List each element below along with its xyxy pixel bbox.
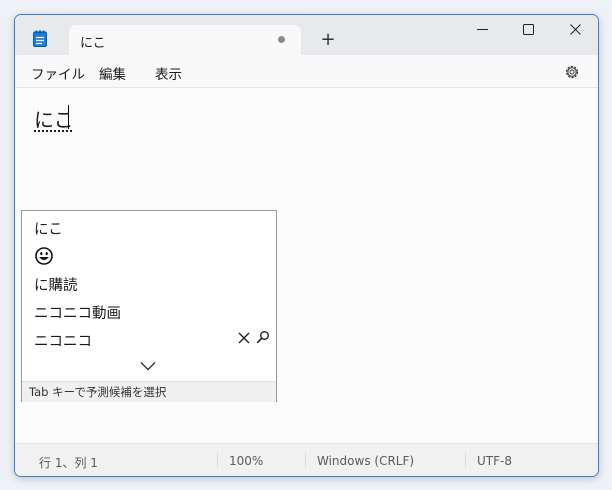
status-divider — [305, 452, 306, 468]
grinning-face-icon[interactable] — [35, 247, 53, 265]
settings-gear-icon[interactable] — [564, 64, 580, 80]
suggestion-hint: Tab キーで予測候補を選択 — [29, 385, 167, 399]
text-editor[interactable]: にこ にこ に購読 ニコニコ動画 ニコニコ Tab キーで予測候補を選択 — [15, 88, 598, 443]
menu-bar: ファイル 編集 表示 — [15, 55, 598, 88]
tab-title: にこ — [80, 36, 106, 51]
document-tab[interactable]: にこ — [69, 25, 301, 55]
notepad-app-icon — [33, 30, 47, 47]
close-button[interactable] — [552, 15, 598, 43]
menu-view[interactable]: 表示 — [155, 63, 182, 83]
remove-suggestion-icon[interactable] — [238, 332, 250, 344]
encoding[interactable]: UTF-8 — [477, 454, 512, 468]
suggestion-footer: Tab キーで予測候補を選択 — [22, 381, 276, 402]
menu-file[interactable]: ファイル — [31, 63, 85, 83]
minimize-button[interactable] — [459, 15, 505, 43]
menu-edit[interactable]: 編集 — [99, 63, 126, 83]
suggestion-item[interactable]: ニコニコ — [34, 330, 92, 351]
text-caret — [68, 105, 69, 129]
chevron-down-icon[interactable] — [140, 361, 156, 371]
minimize-icon — [476, 28, 488, 30]
ime-suggestion-list: にこ に購読 ニコニコ動画 ニコニコ Tab キーで予測候補を選択 — [21, 210, 277, 402]
search-icon[interactable] — [256, 330, 270, 344]
title-bar: にこ + — [15, 15, 598, 55]
status-divider — [465, 452, 466, 468]
maximize-icon — [522, 23, 534, 35]
notepad-window: にこ + ファイル 編集 表示 にこ にこ に購読 ニコニコ動画 ニコニコ Ta… — [14, 14, 599, 477]
unsaved-indicator-icon[interactable] — [278, 36, 285, 43]
status-divider — [217, 452, 218, 468]
maximize-button[interactable] — [505, 15, 551, 43]
line-ending[interactable]: Windows (CRLF) — [317, 454, 414, 468]
suggestion-item[interactable]: ニコニコ動画 — [34, 302, 121, 323]
close-icon — [569, 23, 581, 35]
zoom-level[interactable]: 100% — [229, 454, 263, 468]
new-tab-button[interactable]: + — [315, 27, 341, 53]
cursor-position: 行 1、列 1 — [39, 456, 98, 470]
suggestion-item[interactable]: にこ — [34, 218, 63, 239]
status-bar: 行 1、列 1 100% Windows (CRLF) UTF-8 — [15, 443, 598, 476]
suggestion-item[interactable]: に購読 — [34, 274, 78, 295]
